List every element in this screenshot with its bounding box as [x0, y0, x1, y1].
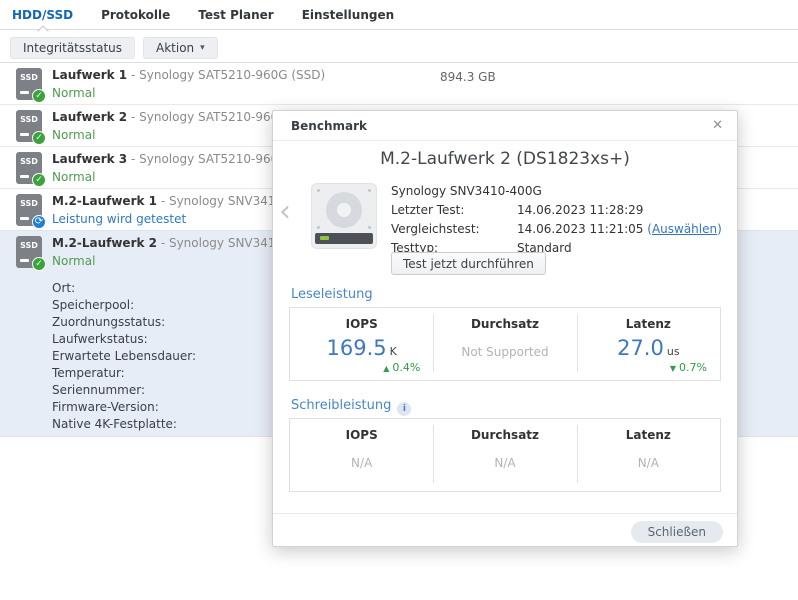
column-header-latenz: Latenz [625, 317, 671, 331]
status-ok-icon: ✓ [32, 257, 46, 271]
trend-up-icon: ▲ [383, 364, 390, 373]
ssd-drive-icon: SSD ⟳ [16, 194, 46, 229]
drive-name: Laufwerk 1 [52, 68, 128, 82]
ssd-icon-label: SSD [20, 241, 38, 250]
drive-model: - Synology SAT5210-960G (SSD) [127, 68, 326, 82]
drive-base [315, 233, 373, 244]
column-header-latenz: Latenz [625, 428, 671, 442]
read-latency-column: Latenz 27.0 us ▼ 0.7% [576, 308, 720, 380]
read-iops-value: 169.5 [326, 336, 387, 360]
write-throughput-value: N/A [494, 456, 516, 470]
tab-label: Test Planer [198, 7, 274, 22]
tab-einstellungen[interactable]: Einstellungen [302, 0, 394, 30]
tab-protokolle[interactable]: Protokolle [101, 0, 170, 30]
active-tab-notch [36, 24, 49, 37]
drive-name: Laufwerk 3 [52, 152, 128, 166]
ssd-connector [20, 259, 29, 262]
read-latency-value: 27.0 [617, 336, 664, 360]
read-latency-delta: 0.7% [679, 361, 707, 374]
tab-label: Einstellungen [301, 7, 395, 22]
write-iops-value: N/A [351, 456, 373, 470]
drive-name: Laufwerk 2 [52, 110, 128, 124]
trend-down-icon: ▼ [669, 364, 677, 373]
last-test-label: Letzter Test: [391, 203, 465, 217]
column-header-durchsatz: Durchsatz [470, 317, 540, 331]
status-ok-icon: ✓ [32, 131, 46, 145]
integrity-status-button[interactable]: Integritätsstatus [10, 37, 136, 59]
status-testing-icon: ⟳ [32, 215, 46, 229]
read-performance-table: IOPS 169.5 K ▲ 0.4% Durchsatz Not Supporte… [289, 307, 721, 381]
read-latency-unit: us [666, 345, 680, 358]
drive-led [320, 236, 329, 240]
benchmark-drive-title: M.2-Laufwerk 2 (DS1823xs+) [380, 149, 630, 169]
read-iops-unit: K [389, 345, 397, 358]
select-compare-link[interactable]: (Auswählen) [647, 222, 722, 236]
run-test-button[interactable]: Test jetzt durchführen [391, 252, 546, 275]
drive-status: Normal [52, 86, 96, 100]
ssd-drive-icon: SSD ✓ [16, 236, 46, 271]
action-label: Aktion [156, 41, 195, 55]
close-button[interactable]: Schließen [630, 521, 723, 543]
drive-platter [326, 192, 362, 228]
tab-test-planer[interactable]: Test Planer [198, 0, 273, 30]
ssd-icon-label: SSD [20, 199, 38, 208]
write-performance-title: Schreibleistung i [291, 398, 412, 416]
ssd-drive-icon: SSD ✓ [16, 152, 46, 187]
action-dropdown-button[interactable]: Aktion ▾ [143, 37, 218, 59]
status-ok-icon: ✓ [32, 173, 46, 187]
m2-drive-icon [311, 183, 377, 249]
drive-row-laufwerk-1[interactable]: SSD ✓ Laufwerk 1 - Synology SAT5210-960G… [0, 62, 798, 104]
dialog-title: Benchmark [291, 119, 367, 133]
dialog-header: Benchmark ✕ [273, 111, 737, 141]
write-latency-column: Latenz N/A [576, 419, 720, 491]
caret-down-icon: ▾ [200, 43, 205, 53]
column-header-iops: IOPS [345, 317, 378, 331]
ssd-icon-label: SSD [20, 115, 38, 124]
drive-info-block: Synology SNV3410-400G Letzter Test: 14.06… [391, 182, 722, 258]
ssd-connector [20, 133, 29, 136]
write-performance-table: IOPS N/A Durchsatz N/A Latenz N/A [289, 418, 721, 492]
last-test-value: 14.06.2023 11:28:29 [517, 203, 644, 217]
benchmark-dialog: Benchmark ✕ M.2-Laufwerk 2 (DS1823xs+) ‹… [272, 110, 738, 547]
read-iops-delta: 0.4% [392, 361, 421, 374]
info-icon[interactable]: i [397, 402, 412, 416]
ssd-drive-icon: SSD ✓ [16, 68, 46, 103]
drive-capacity: 894.3 GB [440, 70, 496, 84]
chevron-left-icon[interactable]: ‹ [279, 197, 291, 227]
read-throughput-column: Durchsatz Not Supported [433, 308, 576, 380]
drive-model-name: Synology SNV3410-400G [391, 184, 542, 198]
ssd-icon-label: SSD [20, 73, 38, 82]
write-latency-value: N/A [637, 456, 659, 470]
ssd-drive-icon: SSD ✓ [16, 110, 46, 145]
read-iops-column: IOPS 169.5 K ▲ 0.4% [290, 308, 433, 380]
ssd-connector [20, 217, 29, 220]
drive-name: M.2-Laufwerk 1 [52, 194, 157, 208]
compare-test-label: Vergleichstest: [391, 222, 480, 236]
read-performance-title: Leseleistung [291, 287, 373, 302]
tab-hdd-ssd[interactable]: HDD/SSD [12, 0, 74, 37]
tab-bar: HDD/SSD Protokolle Test Planer Einstellu… [0, 0, 798, 37]
tab-label: HDD/SSD [12, 7, 74, 22]
column-header-iops: IOPS [345, 428, 378, 442]
write-iops-column: IOPS N/A [290, 419, 433, 491]
drive-name: M.2-Laufwerk 2 [52, 236, 157, 250]
compare-test-value: 14.06.2023 11:21:05 [517, 222, 644, 236]
ssd-connector [20, 91, 29, 94]
read-throughput-value: Not Supported [461, 345, 549, 359]
storage-manager-screen: HDD/SSD Protokolle Test Planer Einstellu… [0, 0, 798, 600]
close-icon[interactable]: ✕ [712, 111, 723, 141]
integrity-status-label: Integritätsstatus [23, 41, 123, 55]
column-header-durchsatz: Durchsatz [470, 428, 540, 442]
tab-label: Protokolle [101, 7, 171, 22]
dialog-footer: Schließen [273, 513, 737, 547]
ssd-connector [20, 175, 29, 178]
toolbar: Integritätsstatus Aktion ▾ [10, 37, 218, 59]
status-ok-icon: ✓ [32, 89, 46, 103]
write-throughput-column: Durchsatz N/A [433, 419, 576, 491]
ssd-icon-label: SSD [20, 157, 38, 166]
